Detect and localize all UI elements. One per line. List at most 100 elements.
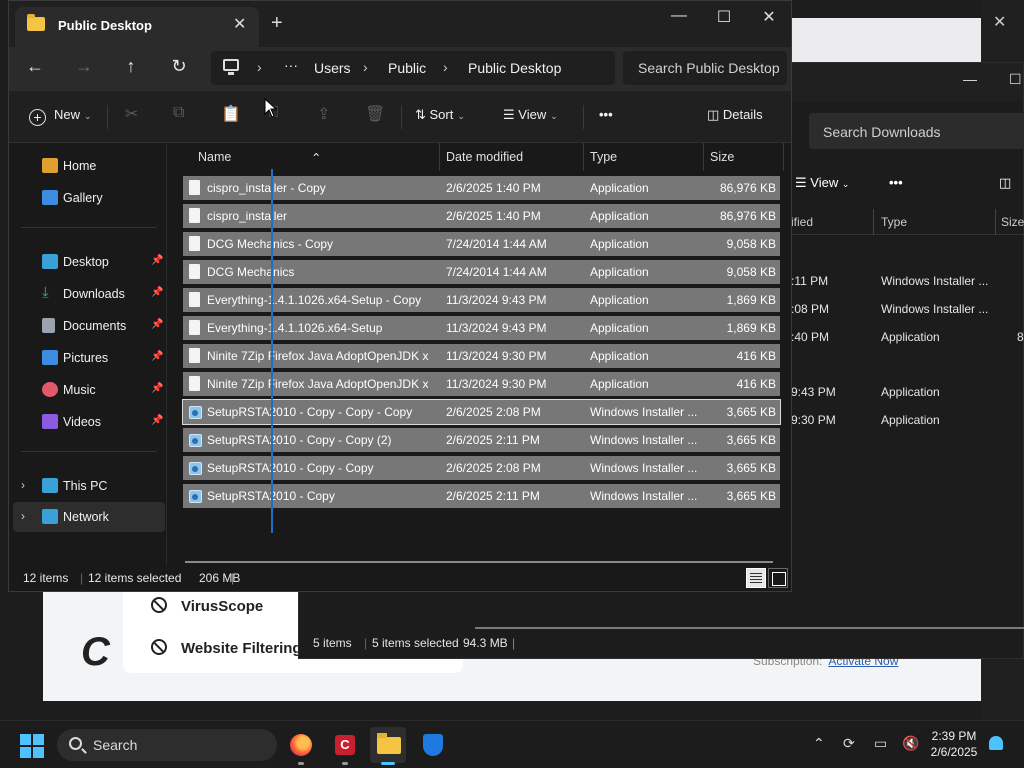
sidebar-item-videos[interactable]: Videos 📌 bbox=[9, 407, 165, 437]
column-date-modified[interactable]: Date modified bbox=[446, 150, 523, 164]
taskbar-search[interactable]: Search bbox=[57, 729, 277, 761]
close-icon[interactable]: ✕ bbox=[754, 7, 784, 27]
view-button[interactable]: ☰ View ⌄ bbox=[795, 175, 849, 191]
pin-icon[interactable]: 📌 bbox=[151, 383, 163, 394]
chevron-right-icon[interactable]: › bbox=[443, 59, 448, 75]
column-name[interactable]: Name bbox=[198, 150, 231, 164]
feature-virusscope[interactable]: VirusScope bbox=[151, 597, 263, 615]
sidebar-item-pictures[interactable]: Pictures 📌 bbox=[9, 343, 165, 373]
column-date-modified[interactable]: ified bbox=[791, 215, 813, 229]
downloads-row[interactable]: :40 PM Application 8 bbox=[791, 323, 1024, 351]
breadcrumb-public-desktop[interactable]: Public Desktop bbox=[468, 60, 561, 76]
volume-icon[interactable]: 🔇 bbox=[902, 735, 919, 752]
sort-button[interactable]: ⇅ Sort ⌄ bbox=[415, 107, 465, 123]
file-icon bbox=[189, 236, 200, 251]
overflow-dots-icon[interactable]: ··· bbox=[284, 57, 298, 73]
column-divider[interactable] bbox=[583, 143, 584, 171]
windows-start-icon[interactable] bbox=[20, 734, 44, 758]
breadcrumb-public[interactable]: Public bbox=[388, 60, 426, 76]
chevron-up-icon[interactable]: ⌃ bbox=[813, 735, 825, 752]
column-divider[interactable] bbox=[439, 143, 440, 171]
sidebar-item-downloads[interactable]: ⤓ Downloads 📌 bbox=[9, 279, 165, 309]
pin-icon[interactable]: 📌 bbox=[151, 255, 163, 266]
details-view-icon[interactable] bbox=[746, 568, 766, 588]
column-type[interactable]: Type bbox=[590, 150, 617, 164]
chevron-right-icon[interactable]: › bbox=[257, 59, 262, 75]
column-divider[interactable] bbox=[703, 143, 704, 171]
sidebar-item-home[interactable]: Home bbox=[9, 151, 165, 181]
column-divider[interactable] bbox=[873, 209, 874, 235]
file-explorer-taskbar-button[interactable] bbox=[370, 727, 406, 765]
sidebar-item-desktop[interactable]: Desktop 📌 bbox=[9, 247, 165, 277]
minimize-icon[interactable]: — bbox=[963, 71, 977, 87]
address-bar[interactable]: › ··· Users › Public › Public Desktop bbox=[211, 51, 615, 85]
more-options-icon[interactable]: ••• bbox=[889, 175, 903, 190]
breadcrumb-users[interactable]: Users bbox=[314, 60, 351, 76]
large-icons-view-icon[interactable] bbox=[768, 568, 788, 588]
downloads-row[interactable]: 9:43 PM Application bbox=[791, 378, 1023, 406]
sidebar-item-network[interactable]: › Network bbox=[13, 502, 165, 532]
search-input[interactable]: Search Public Desktop bbox=[623, 51, 787, 85]
minimize-icon[interactable]: — bbox=[664, 7, 694, 25]
column-divider[interactable] bbox=[783, 143, 784, 171]
pin-icon[interactable]: 📌 bbox=[151, 287, 163, 298]
sidebar-item-gallery[interactable]: Gallery bbox=[9, 183, 165, 213]
column-header: ⌃ Name Date modified Type Size bbox=[167, 143, 791, 171]
column-size[interactable]: Size bbox=[710, 150, 734, 164]
pin-icon[interactable]: 📌 bbox=[151, 415, 163, 426]
chevron-right-icon[interactable]: › bbox=[21, 478, 25, 492]
maximize-icon[interactable]: ☐ bbox=[709, 7, 739, 27]
file-type: Application bbox=[590, 349, 649, 363]
sidebar-item-this-pc[interactable]: › This PC bbox=[9, 471, 165, 501]
file-size: 3,665 KB bbox=[726, 433, 776, 447]
column-size[interactable]: Size bbox=[1001, 215, 1024, 229]
forward-icon[interactable]: → bbox=[71, 56, 97, 77]
details-pane-icon[interactable]: ◫ bbox=[999, 175, 1011, 191]
system-clock[interactable]: 2:39 PM 2/6/2025 bbox=[924, 728, 984, 760]
maximize-icon[interactable]: ☐ bbox=[1009, 71, 1022, 88]
details-button[interactable]: ◫ Details bbox=[707, 107, 763, 123]
paste-icon[interactable]: 📋 bbox=[221, 104, 241, 124]
firefox-taskbar-button[interactable] bbox=[283, 727, 319, 765]
network-tray-icon[interactable]: ▭ bbox=[874, 735, 887, 752]
refresh-icon[interactable]: ↻ bbox=[166, 56, 192, 77]
defender-taskbar-button[interactable] bbox=[414, 727, 450, 763]
pin-icon[interactable]: 📌 bbox=[151, 351, 163, 362]
file-type: Application bbox=[590, 181, 649, 195]
feature-website-filtering[interactable]: Website Filtering bbox=[151, 639, 302, 657]
back-icon[interactable]: ← bbox=[22, 56, 48, 77]
sidebar-item-documents[interactable]: Documents 📌 bbox=[9, 311, 165, 341]
chevron-right-icon[interactable]: › bbox=[363, 59, 368, 75]
clock-date: 2/6/2025 bbox=[930, 745, 978, 759]
chevron-right-icon[interactable]: › bbox=[21, 509, 25, 523]
installer-icon bbox=[189, 490, 202, 503]
share-icon[interactable]: ⇪ bbox=[317, 104, 330, 124]
horizontal-scrollbar[interactable] bbox=[185, 561, 773, 563]
new-button[interactable]: + New ⌄ bbox=[29, 107, 92, 126]
file-type: Application bbox=[590, 209, 649, 223]
notification-bell-icon[interactable] bbox=[989, 736, 1003, 750]
tab-public-desktop[interactable]: Public Desktop ✕ bbox=[15, 7, 259, 47]
copy-icon[interactable]: ⧉ bbox=[173, 104, 184, 122]
downloads-row[interactable]: :11 PM Windows Installer ... bbox=[791, 267, 1023, 295]
close-icon[interactable]: ✕ bbox=[993, 12, 1006, 32]
desktop-icon bbox=[42, 254, 58, 269]
comodo-taskbar-button[interactable]: C bbox=[327, 727, 363, 765]
more-options-icon[interactable]: ••• bbox=[599, 107, 613, 122]
downloads-search-input[interactable]: Search Downloads bbox=[809, 113, 1024, 149]
column-divider[interactable] bbox=[995, 209, 996, 235]
sync-icon[interactable]: ⟳ bbox=[843, 735, 855, 752]
view-button[interactable]: ☰ View ⌄ bbox=[503, 107, 558, 123]
up-icon[interactable]: ↑ bbox=[118, 56, 144, 77]
sidebar-item-music[interactable]: Music 📌 bbox=[9, 375, 165, 405]
downloads-statusbar: 5 items | 5 items selected 94.3 MB | bbox=[313, 636, 516, 650]
downloads-row[interactable]: :08 PM Windows Installer ... bbox=[791, 295, 1023, 323]
delete-icon[interactable]: 🗑 bbox=[365, 104, 385, 124]
close-tab-icon[interactable]: ✕ bbox=[233, 14, 246, 34]
downloads-row[interactable]: 9:30 PM Application bbox=[791, 406, 1023, 434]
new-tab-button[interactable]: + bbox=[271, 12, 283, 35]
cut-icon[interactable]: ✂ bbox=[125, 104, 138, 124]
column-type[interactable]: Type bbox=[881, 215, 907, 229]
pin-icon[interactable]: 📌 bbox=[151, 319, 163, 330]
statusbar: 12 items | 12 items selected 206 MB | bbox=[9, 565, 791, 591]
